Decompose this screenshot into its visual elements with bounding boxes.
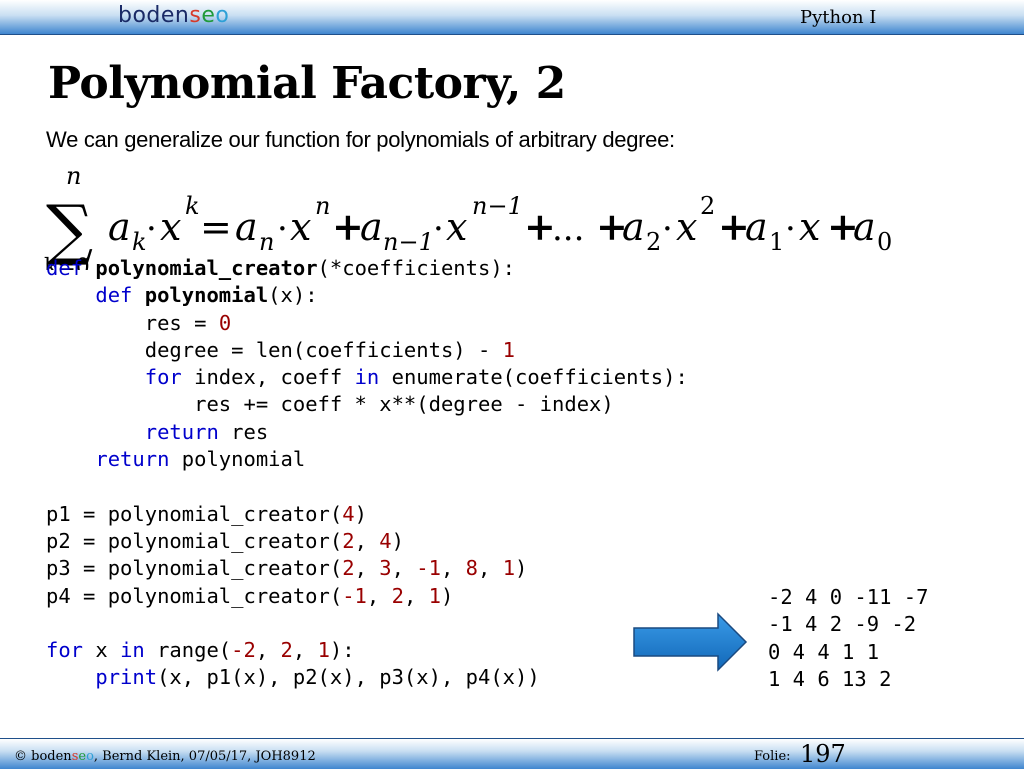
term-a1: a: [745, 205, 768, 249]
dot-4: ·: [662, 209, 673, 249]
term-x2: x: [290, 205, 311, 249]
output-line-1: -2 4 0 -11 -7: [768, 585, 929, 609]
term-ak-sub: k: [132, 228, 147, 256]
term-x1: x: [160, 205, 181, 249]
logo-part-2: s: [189, 3, 202, 28]
program-output: -2 4 0 -11 -7 -1 4 2 -9 -2 0 4 4 1 1 1 4…: [768, 584, 928, 693]
folio-number: 197: [800, 740, 846, 768]
slide-title: Polynomial Factory, 2: [48, 58, 566, 109]
term-a0: a: [853, 205, 876, 249]
term-an1-sub: n−1: [383, 228, 434, 256]
code-call-p1: p1 = polynomial_creator(4): [46, 501, 367, 526]
slide-intro: We can generalize our function for polyn…: [46, 127, 675, 152]
logo-part-4: o: [215, 3, 230, 28]
code-line-7: return res: [144, 419, 269, 444]
dot-2: ·: [277, 209, 288, 249]
equals: =: [200, 205, 232, 249]
code-print-line: print(x, p1(x), p2(x), p3(x), p4(x)): [95, 665, 540, 690]
code-line-8: return polynomial: [95, 447, 306, 472]
footer-bar: © bodenseo, Bernd Klein, 07/05/17, JOH89…: [0, 738, 1024, 769]
polynomial-formula: n ∑ k=0 a k · x k = a n · x n + a n−1 · …: [44, 162, 892, 270]
right-arrow-icon: [633, 612, 748, 672]
term-x4: x: [676, 205, 697, 249]
term-a0-sub: 0: [877, 228, 892, 256]
sum-upper-limit: n: [66, 162, 81, 190]
term-x1-sup: k: [185, 192, 200, 220]
output-line-4: 1 4 6 13 2: [768, 666, 892, 691]
logo-part-1: boden: [118, 3, 190, 28]
dot-3: ·: [433, 209, 444, 249]
code-call-p4: p4 = polynomial_creator(-1, 2, 1): [46, 583, 454, 608]
code-block: def polynomial_creator(*coefficients): d…: [46, 255, 688, 692]
code-line-1: def polynomial_creator(*coefficients):: [46, 256, 516, 280]
code-line-2: def polynomial(x):: [95, 283, 318, 308]
dot-1: ·: [146, 209, 157, 249]
term-x4-sup: 2: [700, 192, 715, 220]
code-line-5: for index, coeff in enumerate(coefficien…: [144, 365, 688, 390]
term-a2: a: [622, 205, 645, 249]
term-x5: x: [799, 205, 820, 249]
ellipsis: ...: [552, 209, 584, 249]
term-a2-sub: 2: [646, 228, 661, 256]
term-an1: a: [360, 205, 383, 249]
code-line-4: degree = len(coefficients) - 1: [144, 337, 516, 362]
footer-credit: © bodenseo, Bernd Klein, 07/05/17, JOH89…: [14, 749, 316, 764]
term-x3: x: [446, 205, 467, 249]
bodenseo-logo: bodenseo: [118, 3, 229, 28]
term-x2-sup: n: [315, 192, 330, 220]
output-line-3: 0 4 4 1 1: [768, 639, 880, 664]
term-x3-sup: n−1: [472, 192, 523, 220]
code-line-3: res = 0: [144, 310, 232, 335]
header-bar: bodenseo Python I: [0, 0, 1024, 35]
dot-5: ·: [785, 209, 796, 249]
term-ak: a: [108, 205, 131, 249]
code-loop-line: for x in range(-2, 2, 1):: [46, 638, 355, 663]
code-call-p2: p2 = polynomial_creator(2, 4): [46, 528, 404, 553]
output-line-2: -1 4 2 -9 -2: [768, 612, 917, 637]
folio-label: Folie:: [754, 749, 791, 764]
term-an: a: [235, 205, 258, 249]
course-name: Python I: [800, 7, 877, 28]
code-line-6: res += coeff * x**(degree - index): [194, 392, 614, 417]
code-call-p3: p3 = polynomial_creator(2, 3, -1, 8, 1): [46, 556, 528, 581]
logo-part-3: e: [201, 3, 216, 28]
term-a1-sub: 1: [769, 228, 784, 256]
term-an-sub: n: [259, 228, 274, 256]
